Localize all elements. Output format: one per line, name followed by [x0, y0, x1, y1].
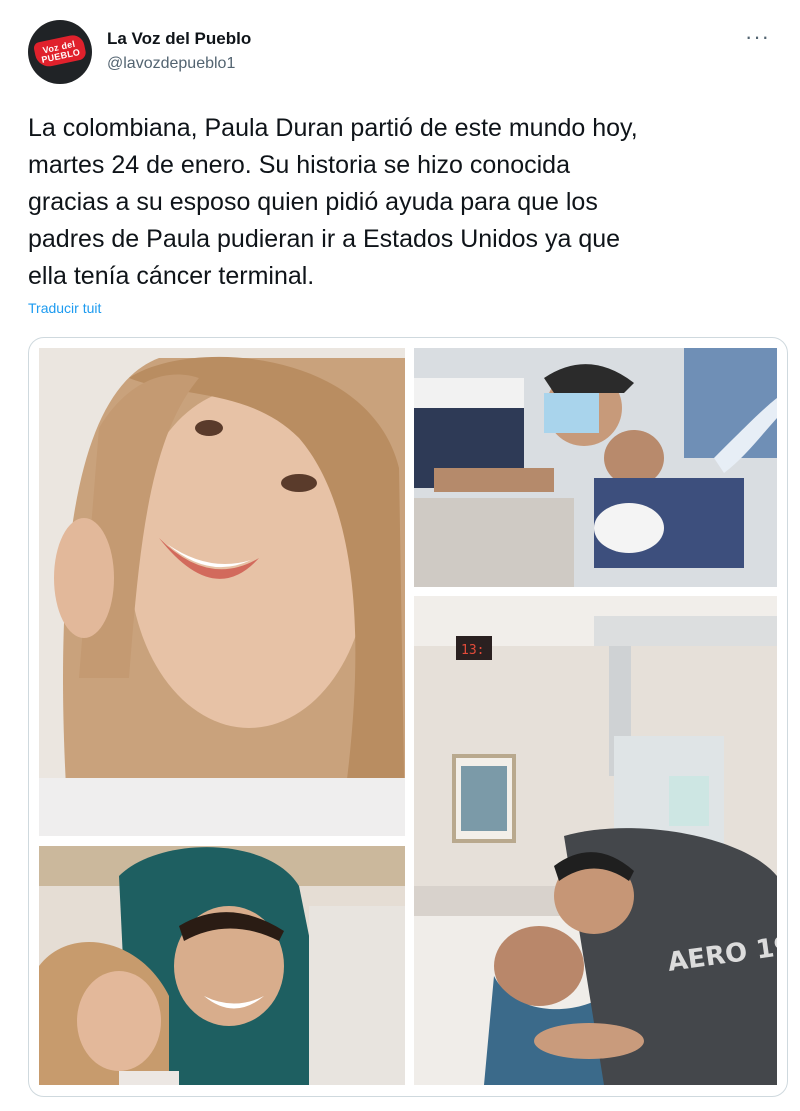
- hospital-baby-illustration: [414, 348, 777, 587]
- avatar[interactable]: Voz del PUEBLO: [28, 20, 92, 84]
- tweet-text: La colombiana, Paula Duran partió de est…: [28, 114, 638, 290]
- author-name[interactable]: La Voz del Pueblo: [107, 29, 251, 49]
- portrait-illustration: [39, 348, 405, 836]
- tweet-card: Voz del PUEBLO La Voz del Pueblo @lavozd…: [0, 0, 800, 1111]
- hospital-room-illustration: 13: AERO 1987: [414, 596, 777, 1085]
- wall-clock-text: 13:: [461, 643, 484, 658]
- media-grid[interactable]: 13: AERO 1987: [28, 337, 788, 1097]
- couple-selfie-illustration: [39, 846, 405, 1085]
- photo-couple-selfie[interactable]: [39, 846, 405, 1085]
- photo-portrait-woman[interactable]: [39, 348, 405, 836]
- tweet-header: Voz del PUEBLO La Voz del Pueblo @lavozd…: [28, 20, 788, 86]
- more-options-icon[interactable]: ···: [745, 24, 770, 50]
- author-handle[interactable]: @lavozdepueblo1: [107, 55, 235, 73]
- photo-hospital-with-baby[interactable]: [414, 348, 777, 587]
- translate-link[interactable]: Traducir tuit: [28, 300, 101, 316]
- photo-hospital-room[interactable]: 13: AERO 1987: [414, 596, 777, 1085]
